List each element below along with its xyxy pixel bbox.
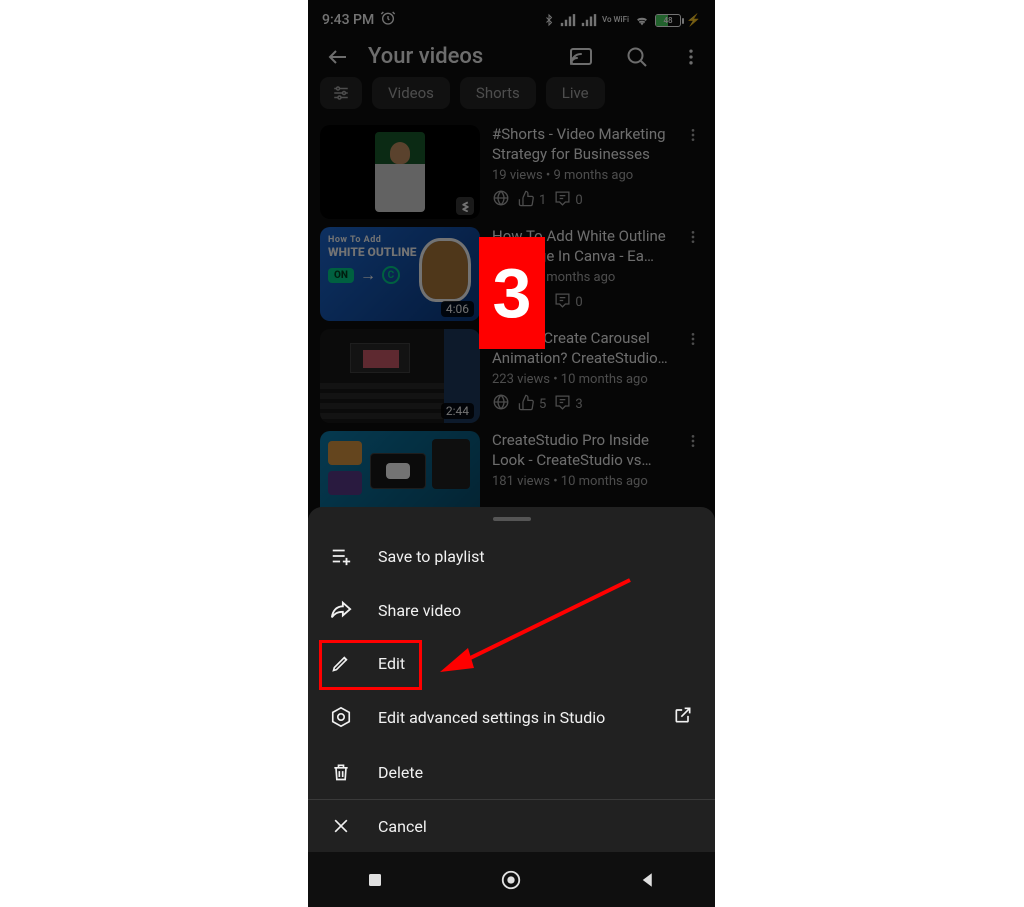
sheet-handle[interactable] [493,517,531,521]
sheet-cancel[interactable]: Cancel [308,800,715,852]
sheet-label: Edit advanced settings in Studio [378,708,605,727]
sheet-share[interactable]: Share video [308,583,715,637]
sheet-label: Edit [378,654,405,673]
sheet-advanced[interactable]: Edit advanced settings in Studio [308,689,715,745]
nav-recent-icon[interactable] [366,871,384,889]
playlist-add-icon [330,545,352,567]
sheet-save-playlist[interactable]: Save to playlist [308,529,715,583]
sheet-label: Save to playlist [378,547,485,566]
nav-back-icon[interactable] [639,871,657,889]
android-nav-bar [308,852,715,907]
pencil-icon [330,653,352,673]
share-icon [330,599,352,621]
sheet-label: Delete [378,763,423,782]
sheet-edit[interactable]: Edit [308,637,715,689]
external-link-icon [673,705,693,729]
sheet-label: Share video [378,601,461,620]
trash-icon [330,761,352,783]
bottom-sheet: Save to playlist Share video Edit Edit a… [308,507,715,852]
phone-frame: 9:43 PM Vo WiFi 48 ⚡ Your videos [308,0,715,907]
close-icon [330,816,352,836]
studio-icon [330,706,352,728]
sheet-delete[interactable]: Delete [308,745,715,799]
sheet-label: Cancel [378,817,427,836]
nav-home-icon[interactable] [500,869,522,891]
